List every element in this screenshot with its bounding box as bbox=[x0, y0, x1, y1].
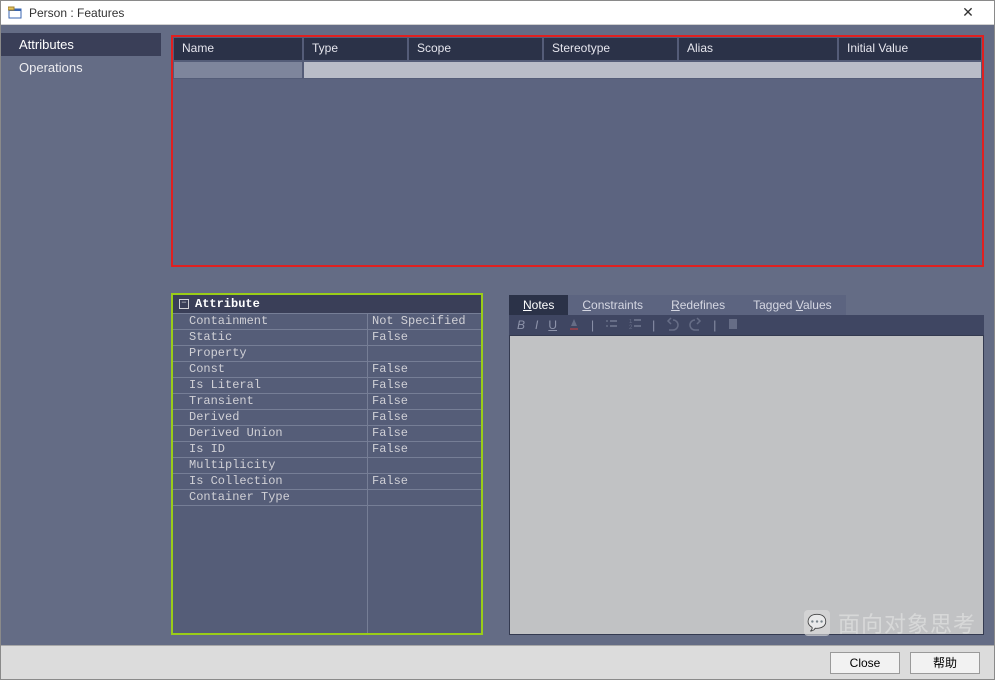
property-row[interactable]: Is CollectionFalse bbox=[173, 473, 481, 489]
property-row[interactable]: ConstFalse bbox=[173, 361, 481, 377]
help-button[interactable]: 帮助 bbox=[910, 652, 980, 674]
sidebar: Attributes Operations bbox=[1, 25, 161, 645]
redo-icon[interactable] bbox=[689, 317, 703, 334]
property-key: Is ID bbox=[173, 442, 368, 457]
underline-icon[interactable]: U bbox=[548, 318, 557, 332]
dialog-window: Person : Features ✕ Attributes Operation… bbox=[0, 0, 995, 680]
grid-new-name-cell[interactable] bbox=[173, 61, 303, 79]
property-value[interactable]: False bbox=[368, 362, 481, 377]
property-row[interactable]: StaticFalse bbox=[173, 329, 481, 345]
main-panel: Name Type Scope Stereotype Alias Initial… bbox=[161, 25, 994, 645]
tab-constraints[interactable]: Constraints bbox=[568, 295, 657, 315]
paste-icon[interactable] bbox=[726, 317, 740, 334]
property-row[interactable]: DerivedFalse bbox=[173, 409, 481, 425]
property-panel: − Attribute ContainmentNot SpecifiedStat… bbox=[171, 293, 483, 635]
separator-icon-3: | bbox=[713, 318, 716, 332]
notes-panel: NotesConstraintsRedefinesTagged Values B… bbox=[509, 293, 984, 635]
undo-icon[interactable] bbox=[665, 317, 679, 334]
property-value[interactable]: False bbox=[368, 426, 481, 441]
property-row[interactable]: TransientFalse bbox=[173, 393, 481, 409]
property-key: Derived bbox=[173, 410, 368, 425]
property-key: Const bbox=[173, 362, 368, 377]
notes-toolbar: B I U | 12 | | bbox=[509, 315, 984, 335]
dialog-body: Attributes Operations Name Type Scope St… bbox=[1, 25, 994, 645]
property-value[interactable] bbox=[368, 458, 481, 473]
property-key: Transient bbox=[173, 394, 368, 409]
property-key: Static bbox=[173, 330, 368, 345]
property-value[interactable]: False bbox=[368, 442, 481, 457]
tab-notes[interactable]: Notes bbox=[509, 295, 568, 315]
property-panel-header[interactable]: − Attribute bbox=[173, 295, 481, 313]
tab-redefines[interactable]: Redefines bbox=[657, 295, 739, 315]
bold-icon[interactable]: B bbox=[517, 318, 525, 332]
property-rows: ContainmentNot SpecifiedStaticFalsePrope… bbox=[173, 313, 481, 505]
property-value[interactable] bbox=[368, 490, 481, 505]
svg-text:2: 2 bbox=[629, 325, 633, 331]
italic-icon[interactable]: I bbox=[535, 318, 538, 332]
grid-new-row[interactable] bbox=[173, 61, 982, 79]
grid-header-row: Name Type Scope Stereotype Alias Initial… bbox=[173, 37, 982, 61]
property-value[interactable]: False bbox=[368, 410, 481, 425]
property-key: Multiplicity bbox=[173, 458, 368, 473]
property-row[interactable]: ContainmentNot Specified bbox=[173, 313, 481, 329]
property-key: Is Collection bbox=[173, 474, 368, 489]
property-key: Property bbox=[173, 346, 368, 361]
tab-row: NotesConstraintsRedefinesTagged Values bbox=[509, 293, 984, 315]
col-initial-value[interactable]: Initial Value bbox=[838, 37, 982, 61]
color-icon[interactable] bbox=[567, 317, 581, 334]
close-dialog-button[interactable]: Close bbox=[830, 652, 900, 674]
separator-icon-2: | bbox=[652, 318, 655, 332]
col-name[interactable]: Name bbox=[173, 37, 303, 61]
close-button[interactable]: ✕ bbox=[948, 4, 988, 21]
sidebar-item-operations[interactable]: Operations bbox=[1, 56, 161, 79]
property-value[interactable] bbox=[368, 346, 481, 361]
dialog-footer: Close 帮助 bbox=[1, 645, 994, 679]
property-row[interactable]: Derived UnionFalse bbox=[173, 425, 481, 441]
grid-new-rest-cell[interactable] bbox=[303, 61, 982, 79]
titlebar: Person : Features ✕ bbox=[1, 1, 994, 25]
property-value[interactable]: False bbox=[368, 378, 481, 393]
property-row[interactable]: Is IDFalse bbox=[173, 441, 481, 457]
col-type[interactable]: Type bbox=[303, 37, 408, 61]
property-key: Derived Union bbox=[173, 426, 368, 441]
notes-textarea[interactable] bbox=[509, 335, 984, 635]
property-value[interactable]: False bbox=[368, 474, 481, 489]
property-key: Containment bbox=[173, 314, 368, 329]
tab-tagged-values[interactable]: Tagged Values bbox=[739, 295, 846, 315]
property-row[interactable]: Is LiteralFalse bbox=[173, 377, 481, 393]
col-stereotype[interactable]: Stereotype bbox=[543, 37, 678, 61]
property-value[interactable]: False bbox=[368, 394, 481, 409]
attribute-grid[interactable]: Name Type Scope Stereotype Alias Initial… bbox=[171, 35, 984, 267]
window-icon bbox=[7, 5, 23, 21]
property-value[interactable]: False bbox=[368, 330, 481, 345]
property-value[interactable]: Not Specified bbox=[368, 314, 481, 329]
col-scope[interactable]: Scope bbox=[408, 37, 543, 61]
collapse-icon[interactable]: − bbox=[179, 299, 189, 309]
sidebar-item-attributes[interactable]: Attributes bbox=[1, 33, 161, 56]
list-bullets-icon[interactable] bbox=[604, 317, 618, 334]
property-row[interactable]: Container Type bbox=[173, 489, 481, 505]
list-numbers-icon[interactable]: 12 bbox=[628, 317, 642, 334]
property-panel-title: Attribute bbox=[195, 297, 260, 311]
property-row[interactable]: Property bbox=[173, 345, 481, 361]
separator-icon: | bbox=[591, 318, 594, 332]
lower-panels: − Attribute ContainmentNot SpecifiedStat… bbox=[171, 293, 984, 645]
window-title: Person : Features bbox=[29, 6, 948, 20]
property-row[interactable]: Multiplicity bbox=[173, 457, 481, 473]
property-key: Container Type bbox=[173, 490, 368, 505]
property-blank-area bbox=[173, 505, 481, 633]
col-alias[interactable]: Alias bbox=[678, 37, 838, 61]
property-key: Is Literal bbox=[173, 378, 368, 393]
